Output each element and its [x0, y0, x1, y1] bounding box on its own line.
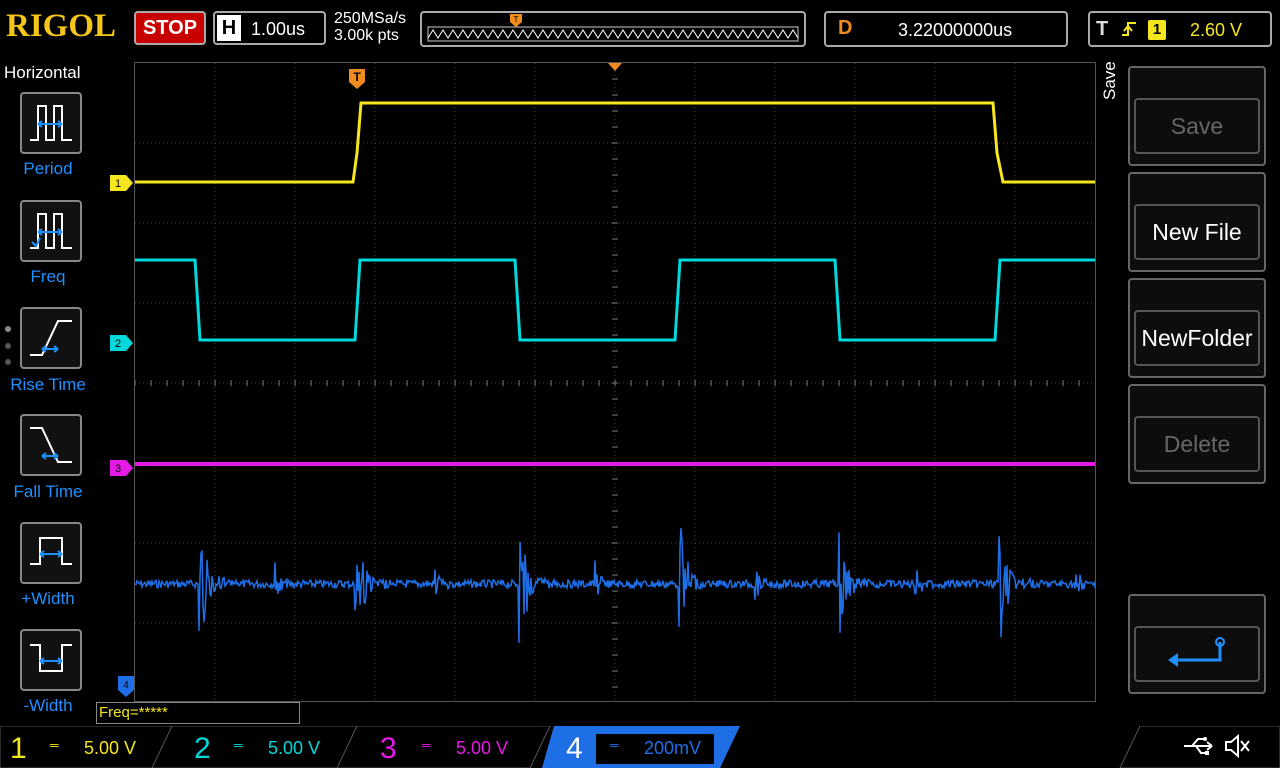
fall-time-button[interactable] — [20, 414, 82, 476]
delay-value: 3.22000000us — [898, 20, 1013, 40]
delay-label: D — [838, 17, 853, 39]
ch3-status[interactable]: 3 ═ 5.00 V — [366, 728, 526, 768]
dc-coupling-icon: ═ — [422, 738, 431, 752]
new-file-label: New File — [1134, 204, 1260, 260]
ch4-number: 4 — [566, 732, 583, 765]
period-icon — [30, 105, 72, 141]
svg-text:4: 4 — [123, 680, 129, 691]
svg-text:T: T — [514, 15, 519, 24]
rise-time-icon — [30, 320, 72, 356]
waveform-display[interactable] — [134, 62, 1096, 702]
positive-width-icon — [30, 537, 72, 565]
memory-depth: 3.00k pts — [334, 27, 399, 44]
positive-width-label: +Width — [21, 589, 75, 608]
menu-title: Horizontal — [4, 63, 81, 82]
horizontal-timebase[interactable]: H 1.00us — [213, 11, 326, 45]
page-dot — [5, 343, 11, 349]
delay-readout[interactable]: D 3.22000000us — [824, 11, 1068, 47]
speaker-muted-icon[interactable] — [1222, 732, 1252, 760]
page-dot — [5, 359, 11, 365]
sample-rate: 250MSa/s — [334, 10, 407, 27]
trigger-readout[interactable]: T 1 2.60 V — [1088, 11, 1272, 47]
positive-width-button[interactable] — [20, 522, 82, 584]
ch4-offset-marker[interactable]: 4 — [118, 676, 134, 698]
page-dot — [5, 326, 11, 332]
center-position-marker — [608, 63, 622, 71]
ch4-scale: 200mV — [644, 738, 702, 758]
horizontal-label: H — [217, 15, 241, 41]
enter-return-icon — [1168, 637, 1225, 667]
trigger-time-marker[interactable]: T — [348, 68, 366, 90]
timebase-value: 1.00us — [251, 19, 306, 39]
trigger-level: 2.60 V — [1190, 20, 1243, 40]
svg-text:2: 2 — [115, 338, 121, 350]
memory-waveform-overview: T — [427, 14, 799, 42]
rise-time-label: Rise Time — [10, 375, 86, 394]
ch3-scale: 5.00 V — [456, 738, 509, 758]
rising-edge-icon — [1122, 22, 1136, 36]
freq-label: Freq — [30, 267, 66, 286]
frequency-icon — [30, 213, 72, 249]
new-folder-button[interactable]: NewFolder — [1128, 278, 1266, 378]
ch3-offset-marker[interactable]: 3 — [110, 460, 134, 476]
ch2-offset-marker[interactable]: 2 — [110, 335, 134, 351]
delete-button[interactable]: Delete — [1128, 384, 1266, 484]
ch1-scale: 5.00 V — [84, 738, 137, 758]
return-button[interactable] — [1128, 594, 1266, 694]
negative-width-label: -Width — [23, 696, 73, 715]
ch1-offset-marker[interactable]: 1 — [110, 175, 134, 191]
period-button[interactable] — [20, 92, 82, 154]
delete-label: Delete — [1134, 416, 1260, 472]
negative-width-icon — [30, 644, 72, 672]
save-button-label: Save — [1134, 98, 1260, 154]
ch2-scale: 5.00 V — [268, 738, 321, 758]
dc-coupling-icon: ═ — [234, 738, 243, 752]
waveform-canvas — [134, 62, 1096, 701]
ch4-trace — [134, 528, 1096, 643]
svg-text:1: 1 — [115, 178, 121, 190]
ch3-number: 3 — [380, 732, 397, 765]
rigol-logo: RIGOL — [6, 8, 117, 44]
new-folder-label: NewFolder — [1134, 310, 1260, 366]
fall-time-label: Fall Time — [13, 482, 83, 501]
dc-coupling-icon: ═ — [610, 738, 619, 752]
horizontal-measure-menu: Horizontal Period Freq Rise Time Fall Ti… — [0, 60, 96, 720]
dc-coupling-icon: ═ — [50, 738, 59, 752]
negative-width-button[interactable] — [20, 629, 82, 691]
rise-time-button[interactable] — [20, 307, 82, 369]
frequency-button[interactable] — [20, 200, 82, 262]
svg-text:3: 3 — [115, 463, 121, 475]
acquisition-info: 250MSa/s 3.00k pts — [334, 10, 406, 44]
save-button[interactable]: Save — [1128, 66, 1266, 166]
return-button-inner — [1134, 626, 1260, 682]
ch4-status[interactable]: 4 ═ 200mV — [556, 728, 726, 768]
ch1-status[interactable]: 1 ═ 5.00 V — [0, 728, 160, 768]
ch1-number: 1 — [10, 732, 27, 765]
save-menu-title: Save — [1100, 61, 1119, 100]
trigger-source-badge: 1 — [1148, 20, 1166, 40]
ch2-status[interactable]: 2 ═ 5.00 V — [180, 728, 340, 768]
new-file-button[interactable]: New File — [1128, 172, 1266, 272]
run-stop-status[interactable]: STOP — [134, 11, 206, 45]
usb-icon — [1184, 737, 1213, 755]
trigger-label: T — [1096, 18, 1109, 40]
fall-time-icon — [30, 427, 72, 463]
period-label: Period — [23, 159, 73, 178]
memory-overview: T — [420, 11, 806, 47]
svg-text:T: T — [353, 70, 361, 84]
ch2-number: 2 — [194, 732, 211, 765]
frequency-counter: Freq=***** — [96, 702, 300, 724]
